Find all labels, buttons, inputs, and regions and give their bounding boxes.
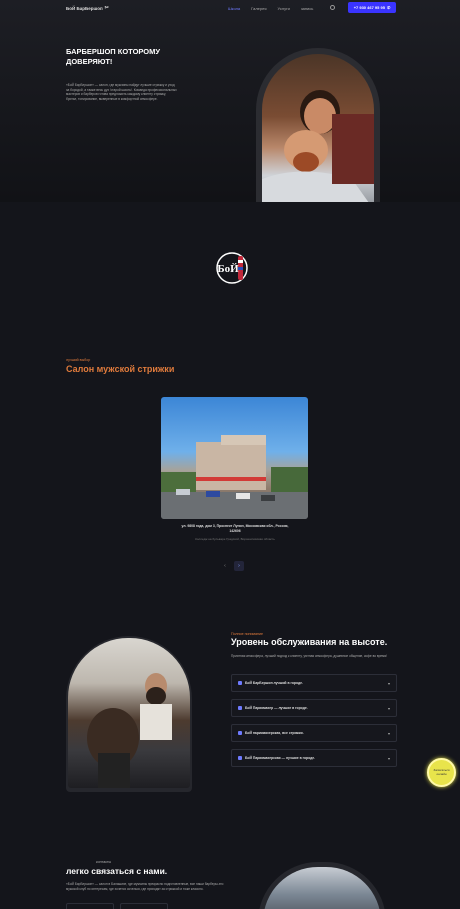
salon-pager: ‹ › <box>220 561 244 571</box>
menu-item-services[interactable]: Услуги <box>278 6 290 11</box>
chevron-down-icon: ▾ <box>387 730 390 736</box>
phone-button[interactable]: +7 930 467 95 95 ✆ <box>348 2 396 13</box>
salon-photo[interactable] <box>161 397 308 519</box>
building-illustration <box>161 435 308 519</box>
accordion-label: БоЙ БарБершоп лучший в городе. <box>245 681 304 685</box>
salon-note: Колледж на бульваре Градской, Ворошиловс… <box>195 537 275 541</box>
check-icon <box>238 731 242 735</box>
service-text: Приятная атмосфера, лучший подход к клие… <box>231 654 387 658</box>
chevron-down-icon: ▾ <box>387 755 390 761</box>
accordion-label: БоЙ парикмахерская, все стрижки. <box>245 731 304 735</box>
check-icon <box>238 681 242 685</box>
check-icon <box>238 756 242 760</box>
salon-eyebrow: лучший выбор <box>66 358 91 362</box>
book-online-float-button[interactable]: Записаться онлайн <box>427 758 456 787</box>
salon-address: ул. 9808 года, дом 3, Проспект Лунин, Мо… <box>181 524 289 533</box>
accordion-label: БоЙ Парикмахерская — лучшие в городе. <box>245 756 316 760</box>
menu-item-gallery[interactable]: Галерея <box>251 6 266 11</box>
hero-barber-photo <box>256 48 380 210</box>
accordion-item[interactable]: БоЙ Парикмахерская — лучшие в городе. ▾ <box>231 749 397 767</box>
bearded-man-illustration <box>87 673 172 788</box>
hero-section: БАРБЕРШОП КОТОРОМУ ДОВЕРЯЮТ! «БоЙ БарБер… <box>0 0 460 210</box>
main-menu: Школа Галерея Услуги запись <box>228 6 313 11</box>
hero-title: БАРБЕРШОП КОТОРОМУ ДОВЕРЯЮТ! <box>66 47 161 66</box>
prev-button[interactable]: ‹ <box>220 561 230 571</box>
svg-text:БоЙ: БоЙ <box>217 263 239 275</box>
contact-field[interactable] <box>66 903 114 909</box>
logo-text: БоЙ БарБершоп <box>66 5 103 11</box>
scissors-icon: ✂ <box>104 5 109 11</box>
contact-field[interactable] <box>120 903 168 909</box>
chevron-down-icon: ▾ <box>387 680 390 686</box>
contact-title: легко связаться с нами. <box>66 866 168 876</box>
site-logo[interactable]: БоЙ БарБершоп ✂ <box>66 5 109 11</box>
service-eyebrow: Полное понимание <box>231 632 263 636</box>
contact-text: «БоЙ БарБершоп» — салон в Балашихе, где … <box>66 882 224 891</box>
phone-icon: ✆ <box>386 5 391 10</box>
service-photo <box>66 636 192 792</box>
accordion-item[interactable]: БоЙ БарБершоп лучший в городе. ▾ <box>231 674 397 692</box>
phone-number: +7 930 467 95 95 <box>353 5 385 10</box>
accordion-label: БоЙ Парикмахер — лучшие в городе. <box>245 706 308 710</box>
menu-item-school[interactable]: Школа <box>228 6 240 11</box>
accordion-item[interactable]: БоЙ парикмахерская, все стрижки. ▾ <box>231 724 397 742</box>
barbershop-emblem: БоЙ <box>216 252 248 284</box>
settings-icon[interactable] <box>330 5 335 10</box>
contact-photo <box>258 862 386 909</box>
barber-illustration <box>262 90 374 210</box>
salon-title: Салон мужской стрижки <box>66 364 175 374</box>
chevron-down-icon: ▾ <box>387 705 390 711</box>
next-button[interactable]: › <box>234 561 244 571</box>
contact-eyebrow: контакты <box>96 860 112 864</box>
accordion-item[interactable]: БоЙ Парикмахер — лучшие в городе. ▾ <box>231 699 397 717</box>
check-icon <box>238 706 242 710</box>
menu-item-booking[interactable]: запись <box>301 6 314 11</box>
top-nav: БоЙ БарБершоп ✂ Школа Галерея Услуги зап… <box>0 0 460 18</box>
brand-section: БоЙ <box>0 202 460 352</box>
hero-text: «БоЙ БарБершоп» — салон, где мужчины най… <box>66 83 177 101</box>
service-title: Уровень обслуживания на высоте. <box>231 637 388 647</box>
